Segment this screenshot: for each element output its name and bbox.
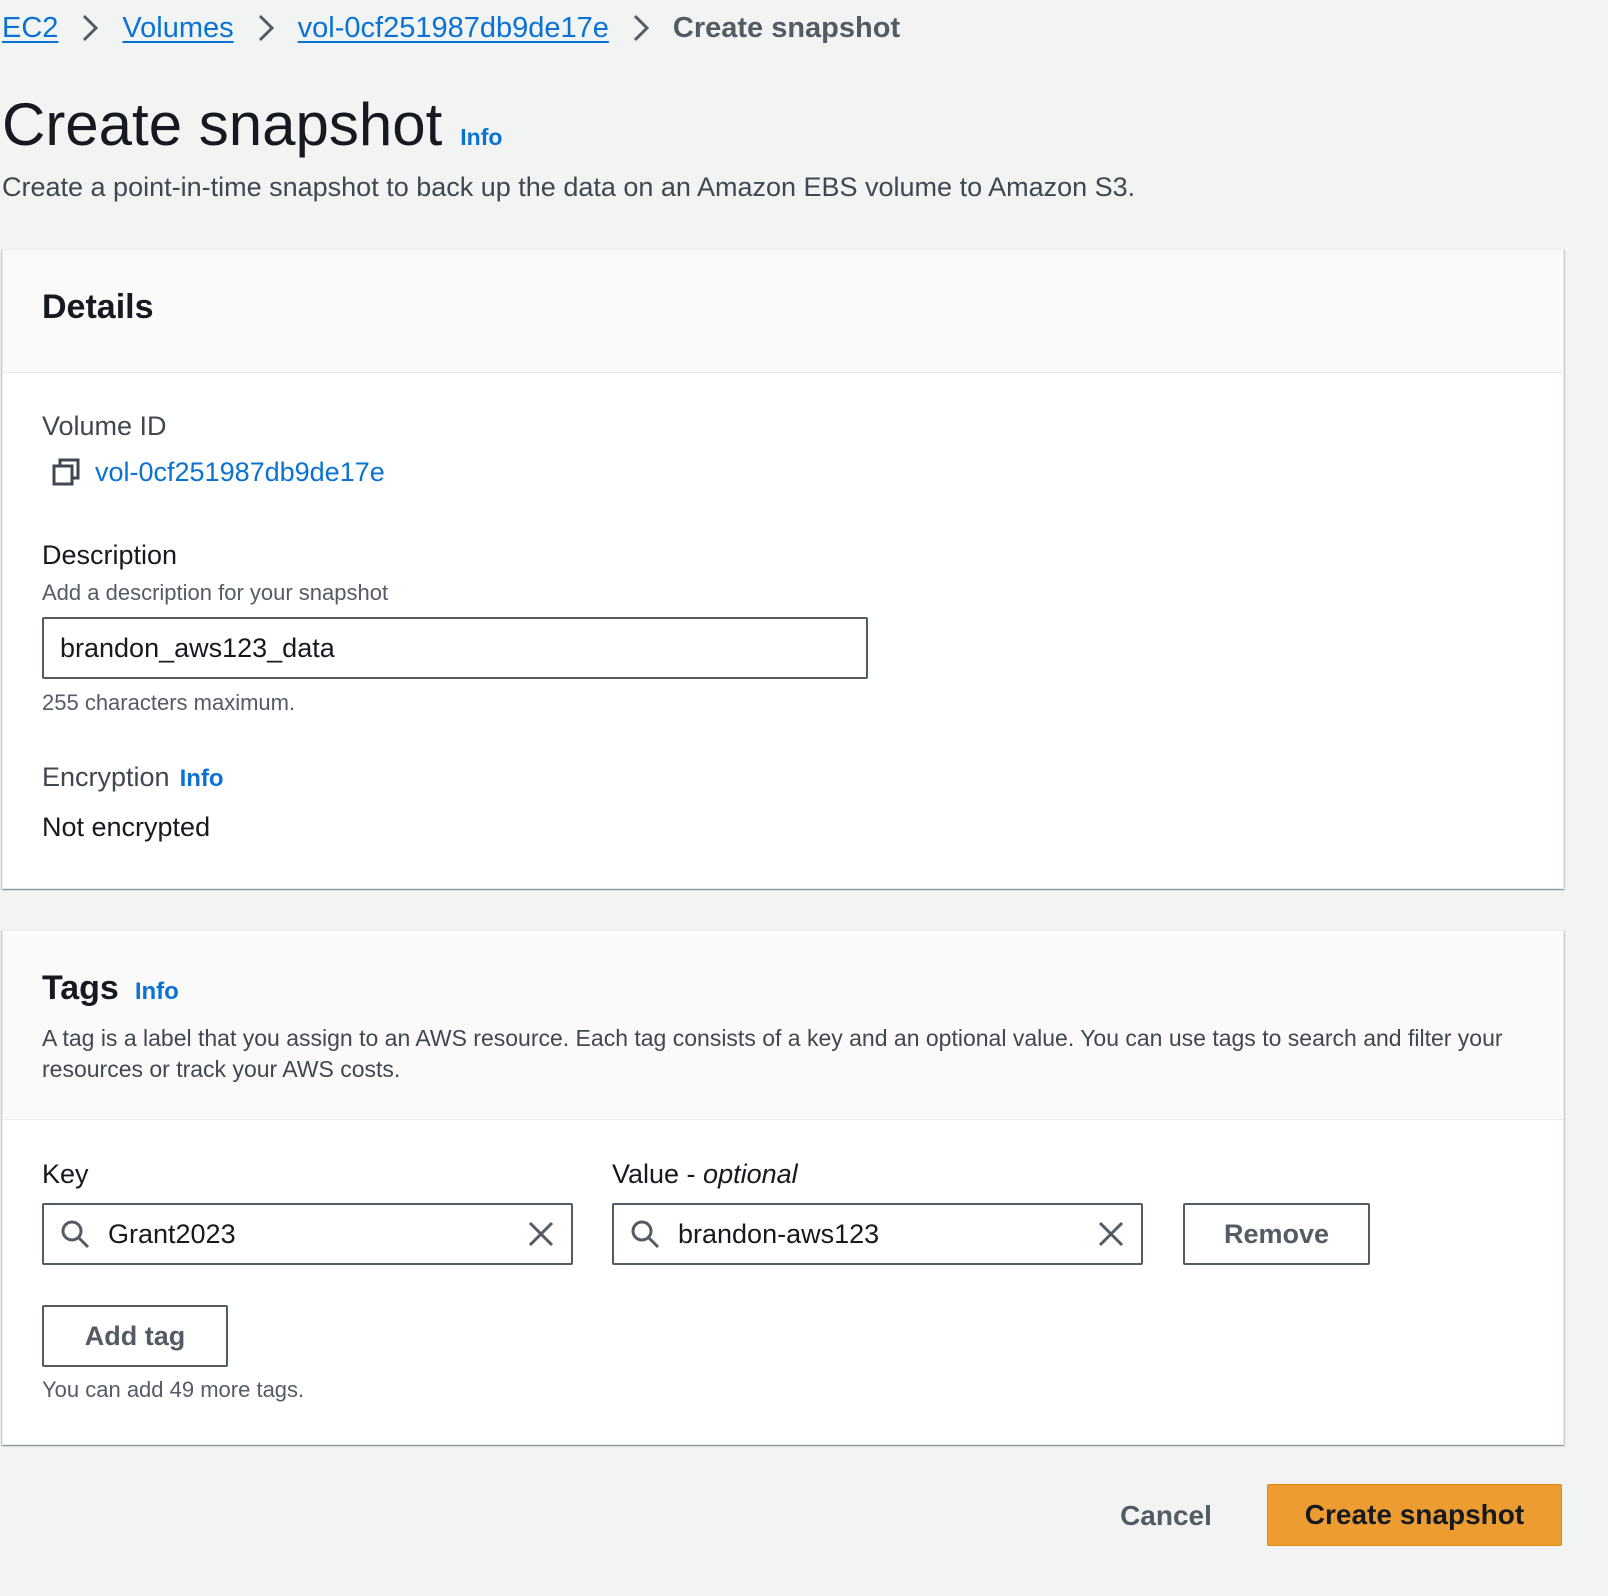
breadcrumb-ec2[interactable]: EC2 xyxy=(2,12,58,45)
volume-id-label: Volume ID xyxy=(42,411,167,441)
page-description: Create a point-in-time snapshot to back … xyxy=(2,172,1136,202)
details-container: Details Volume ID vol-0cf251987db9de17e … xyxy=(2,249,1564,889)
encryption-label: Encryption Info xyxy=(42,762,224,793)
copy-icon[interactable] xyxy=(49,455,83,489)
encryption-info-link[interactable]: Info xyxy=(180,765,224,793)
tag-key-input[interactable] xyxy=(106,1217,523,1251)
breadcrumb: EC2 Volumes vol-0cf251987db9de17e Create… xyxy=(2,6,900,50)
tag-key-field xyxy=(42,1203,573,1265)
chevron-right-icon xyxy=(609,13,673,43)
cancel-button[interactable]: Cancel xyxy=(1112,1486,1220,1546)
description-input[interactable] xyxy=(42,617,868,679)
tags-title-text: Tags xyxy=(42,969,119,1007)
tags-title: Tags Info xyxy=(42,969,179,1008)
description-hint: Add a description for your snapshot xyxy=(42,580,389,605)
search-icon xyxy=(58,1217,92,1251)
chevron-right-icon xyxy=(58,13,122,43)
tag-value-field xyxy=(612,1203,1143,1265)
details-title: Details xyxy=(42,288,154,326)
encryption-label-text: Encryption xyxy=(42,762,170,792)
search-icon xyxy=(628,1217,662,1251)
remove-tag-button[interactable]: Remove xyxy=(1183,1203,1370,1265)
tag-value-label: Value - optional xyxy=(612,1159,798,1190)
tag-value-input[interactable] xyxy=(676,1217,1093,1251)
create-snapshot-button[interactable]: Create snapshot xyxy=(1267,1484,1562,1546)
tags-container: Tags Info A tag is a label that you assi… xyxy=(2,930,1564,1445)
close-icon[interactable] xyxy=(1093,1216,1129,1252)
encryption-value: Not encrypted xyxy=(42,812,211,842)
description-label: Description xyxy=(42,540,178,570)
tags-description: A tag is a label that you assign to an A… xyxy=(42,1025,1503,1082)
tag-value-optional: optional xyxy=(703,1159,798,1189)
breadcrumb-volume-id[interactable]: vol-0cf251987db9de17e xyxy=(298,12,609,45)
breadcrumb-volumes[interactable]: Volumes xyxy=(122,12,233,45)
tags-header: Tags Info A tag is a label that you assi… xyxy=(3,931,1563,1120)
volume-id-link[interactable]: vol-0cf251987db9de17e xyxy=(95,457,385,488)
page-title: Create snapshot Info xyxy=(2,90,502,159)
tag-key-label: Key xyxy=(42,1159,89,1189)
chevron-right-icon xyxy=(234,13,298,43)
tags-remaining-hint: You can add 49 more tags. xyxy=(42,1377,305,1402)
add-tag-button[interactable]: Add tag xyxy=(42,1305,228,1367)
tags-info-link[interactable]: Info xyxy=(135,978,179,1006)
volume-id-row: vol-0cf251987db9de17e xyxy=(49,455,385,489)
tag-value-label-text: Value - xyxy=(612,1159,704,1189)
close-icon[interactable] xyxy=(523,1216,559,1252)
details-header: Details xyxy=(3,250,1563,373)
description-constraint: 255 characters maximum. xyxy=(42,690,296,715)
page-title-text: Create snapshot xyxy=(2,91,443,158)
breadcrumb-current: Create snapshot xyxy=(672,11,901,44)
page-info-link[interactable]: Info xyxy=(460,124,502,151)
